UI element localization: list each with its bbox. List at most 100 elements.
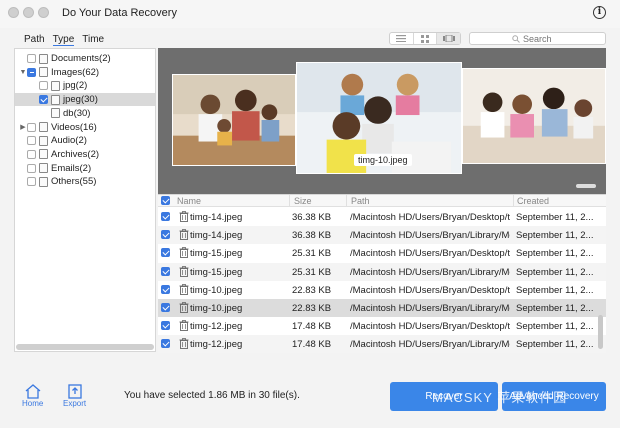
tree-item[interactable]: ▼ Images(62) <box>15 66 155 79</box>
column-size[interactable]: Size <box>294 196 312 206</box>
close-window-button[interactable] <box>8 7 19 18</box>
tree-item-label: Archives(2) <box>51 148 100 160</box>
tree-item-label: Emails(2) <box>51 162 92 174</box>
file-path: /Macintosh HD/Users/Bryan/Library/Mo... <box>350 266 510 278</box>
row-checkbox[interactable] <box>161 212 170 221</box>
file-created: September 11, 2... <box>516 339 594 351</box>
folder-icon <box>39 163 48 174</box>
table-row[interactable]: timg-15.jpeg 25.31 KB/Macintosh HD/Users/… <box>158 262 606 281</box>
tree-item-label: Others(55) <box>51 176 97 188</box>
disclosure-open-icon[interactable]: ▼ <box>19 69 27 76</box>
tree-item-label: Audio(2) <box>51 135 87 147</box>
tree-item-checkbox[interactable] <box>27 177 36 187</box>
sidebar-scrollbar[interactable] <box>16 344 154 350</box>
trash-file-icon <box>179 283 189 295</box>
folder-icon <box>39 122 48 132</box>
grid-view-icon[interactable] <box>414 33 438 44</box>
minimize-window-button[interactable] <box>23 7 34 18</box>
tree-item-checkbox[interactable] <box>27 122 36 132</box>
table-row[interactable]: timg-14.jpeg 36.38 KB/Macintosh HD/Users/… <box>158 208 606 226</box>
view-mode-toggle <box>389 32 461 45</box>
export-label: Export <box>63 399 87 408</box>
zoom-window-button[interactable] <box>38 7 49 18</box>
preview-thumbnail-left[interactable] <box>172 74 296 166</box>
tree-item[interactable]: Archives(2) <box>15 148 155 161</box>
tree-item[interactable]: jpeg(30) <box>15 93 155 107</box>
tree-item[interactable]: Emails(2) <box>15 162 155 175</box>
tree-item[interactable]: jpg(2) <box>15 79 155 92</box>
row-checkbox[interactable] <box>161 339 170 349</box>
file-created: September 11, 2... <box>516 284 594 296</box>
table-row[interactable]: timg-12.jpeg 17.48 KB/Macintosh HD/Users/… <box>158 317 606 335</box>
row-checkbox[interactable] <box>161 230 170 240</box>
tab-time[interactable]: Time <box>82 34 104 46</box>
tree-item-checkbox[interactable] <box>27 54 36 63</box>
view-tabs: Path Type Time <box>24 34 104 46</box>
disclosure-closed-icon[interactable]: ▶ <box>19 123 27 131</box>
file-table: Name Size Path Created timg-14.jpeg 36.38… <box>158 194 606 354</box>
row-checkbox[interactable] <box>161 321 170 331</box>
tree-item[interactable]: Others(55) <box>15 175 155 188</box>
file-path: /Macintosh HD/Users/Bryan/Desktop/ti... <box>350 248 510 260</box>
file-name: timg-12.jpeg <box>190 321 243 333</box>
table-row[interactable]: timg-12.jpeg 17.48 KB/Macintosh HD/Users/… <box>158 335 606 354</box>
tree-item[interactable]: Documents(2) <box>15 52 155 65</box>
export-button[interactable]: Export <box>63 383 86 408</box>
image-preview-strip <box>158 48 606 194</box>
file-size: 17.48 KB <box>292 339 332 351</box>
preview-thumbnail-right[interactable] <box>462 68 606 164</box>
file-path: /Macintosh HD/Users/Bryan/Desktop/ti... <box>350 321 510 333</box>
column-path[interactable]: Path <box>351 196 370 206</box>
row-checkbox[interactable] <box>161 284 170 294</box>
file-name: timg-14.jpeg <box>190 230 243 242</box>
home-label: Home <box>22 399 44 408</box>
tree-item-checkbox[interactable] <box>27 67 36 77</box>
trash-file-icon <box>179 265 189 277</box>
tree-item-label: jpg(2) <box>63 80 88 92</box>
folder-icon <box>39 53 48 64</box>
file-name: timg-12.jpeg <box>190 339 243 351</box>
row-checkbox[interactable] <box>161 266 170 276</box>
file-path: /Macintosh HD/Users/Bryan/Library/Mo... <box>350 339 510 351</box>
coverflow-view-icon[interactable] <box>437 33 461 44</box>
file-created: September 11, 2... <box>516 266 594 278</box>
tree-item-checkbox[interactable] <box>27 136 36 146</box>
preview-scrollbar[interactable] <box>576 184 596 188</box>
file-path: /Macintosh HD/Users/Bryan/Desktop/ti... <box>350 212 510 223</box>
select-all-checkbox[interactable] <box>161 196 170 205</box>
search-icon <box>512 34 520 43</box>
trash-file-icon <box>179 302 189 313</box>
column-name[interactable]: Name <box>177 196 201 206</box>
row-checkbox[interactable] <box>161 248 170 258</box>
search-box[interactable] <box>469 32 606 45</box>
file-size: 17.48 KB <box>292 321 332 333</box>
file-path: /Macintosh HD/Users/Bryan/Library/Mo... <box>350 230 510 242</box>
trash-file-icon <box>179 247 189 259</box>
table-row[interactable]: timg-15.jpeg 25.31 KB/Macintosh HD/Users/… <box>158 244 606 262</box>
tree-item-checkbox[interactable] <box>39 95 48 105</box>
list-view-icon[interactable] <box>390 33 414 44</box>
tree-item-checkbox[interactable] <box>27 149 36 159</box>
tree-item-checkbox[interactable] <box>27 163 36 173</box>
column-created[interactable]: Created <box>517 196 549 206</box>
file-name: timg-15.jpeg <box>190 248 243 260</box>
tree-item[interactable]: db(30) <box>15 107 155 120</box>
search-input[interactable] <box>523 33 563 44</box>
tree-item-checkbox[interactable] <box>39 81 48 91</box>
tree-item[interactable]: Audio(2) <box>15 134 155 147</box>
home-button[interactable]: Home <box>22 383 43 408</box>
preview-caption: timg-10.jpeg <box>354 154 412 166</box>
title-bar: Do Your Data Recovery i <box>0 0 620 28</box>
row-checkbox[interactable] <box>161 303 170 312</box>
table-row[interactable]: timg-14.jpeg 36.38 KB/Macintosh HD/Users/… <box>158 226 606 245</box>
table-row[interactable]: timg-10.jpeg 22.83 KB/Macintosh HD/Users/… <box>158 299 606 317</box>
info-icon[interactable]: i <box>593 6 606 19</box>
tree-item-label: Images(62) <box>51 66 100 78</box>
table-scrollbar[interactable] <box>598 315 603 349</box>
table-row[interactable]: timg-10.jpeg 22.83 KB/Macintosh HD/Users/… <box>158 281 606 299</box>
tree-item[interactable]: ▶ Videos(16) <box>15 121 155 134</box>
window-title: Do Your Data Recovery <box>62 7 177 19</box>
trash-file-icon <box>179 211 189 222</box>
tab-path[interactable]: Path <box>24 34 45 46</box>
tab-type[interactable]: Type <box>52 34 75 46</box>
